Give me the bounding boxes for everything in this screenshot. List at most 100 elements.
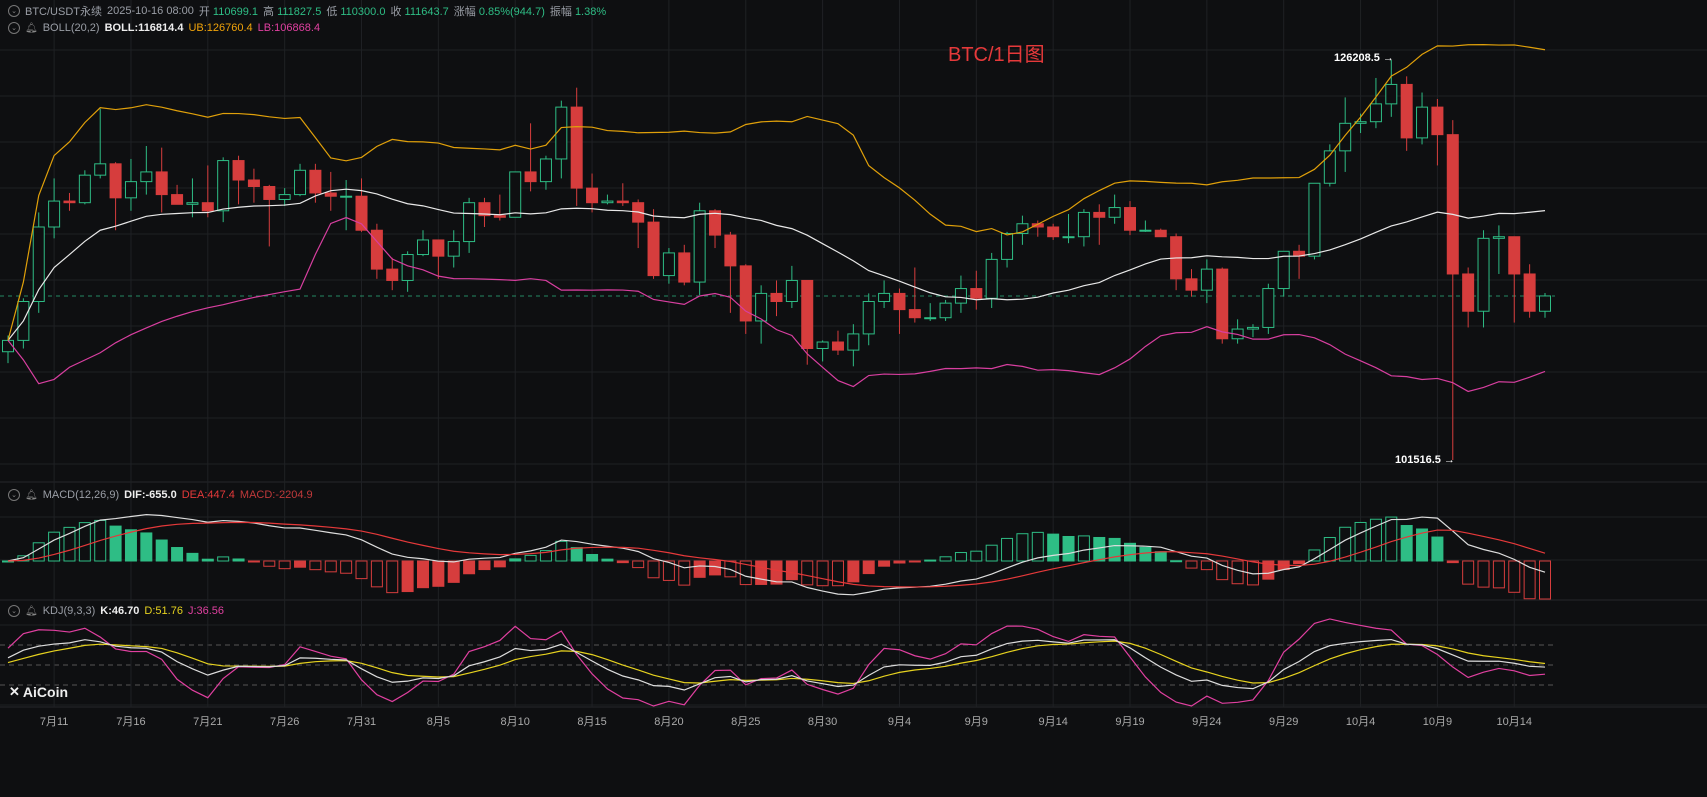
macd-header: ⌄ 🔔︎ MACD(12,26,9) DIF:-655.0 DEA:447.4 …	[8, 488, 313, 502]
boll-lb-value: LB:106868.4	[257, 22, 321, 34]
candle-up	[1001, 232, 1014, 260]
high-value: 111827.5	[277, 6, 322, 18]
candle-down	[1462, 273, 1475, 312]
macd-bar	[447, 560, 460, 583]
candle-down	[355, 195, 368, 231]
macd-bar	[647, 560, 660, 579]
kdj-name[interactable]: KDJ(9,3,3)	[43, 605, 96, 617]
macd-bar	[893, 560, 906, 564]
candle-down	[586, 187, 599, 204]
candle-up	[1246, 326, 1259, 330]
macd-bar	[847, 560, 860, 583]
candle-up	[278, 194, 291, 200]
macd-bar	[1446, 560, 1459, 564]
candle-up	[294, 169, 307, 196]
macd-bar	[48, 531, 61, 562]
macd-bar	[509, 558, 522, 562]
macd-bar	[924, 559, 937, 562]
collapse-chevron-icon[interactable]: ⌄	[8, 22, 20, 34]
collapse-chevron-icon[interactable]: ⌄	[8, 489, 20, 501]
x-tick-label: 7月31	[346, 716, 377, 728]
candle-up	[140, 171, 153, 183]
candle-down	[908, 309, 921, 319]
candle-up	[662, 252, 675, 277]
candle-down	[724, 234, 737, 267]
candle-up	[447, 241, 460, 257]
macd-bar	[755, 560, 768, 585]
macd-bar	[232, 558, 245, 562]
datetime-label: 2025-10-16 08:00	[107, 5, 194, 17]
macd-bar	[1462, 560, 1475, 585]
macd-bar	[693, 560, 706, 578]
candle-down	[263, 185, 276, 200]
kdj-k-value: K:46.70	[100, 605, 140, 617]
x-tick-label: 9月24	[1192, 716, 1222, 728]
candle-up	[48, 200, 61, 228]
macd-bar	[355, 560, 368, 580]
alert-bell-icon[interactable]: 🔔︎	[25, 23, 38, 34]
candle-up	[94, 163, 107, 176]
alert-bell-icon[interactable]: 🔔︎	[25, 490, 38, 501]
kdj-j-line	[7, 618, 1546, 707]
x-tick-label: 8月30	[807, 716, 838, 728]
macd-bar	[1385, 516, 1398, 562]
candle-down	[309, 169, 322, 194]
low-value: 110300.0	[340, 6, 386, 18]
macd-bar	[463, 560, 476, 575]
kdj-d-line	[7, 640, 1546, 685]
x-tick-label: 7月16	[116, 716, 146, 728]
candle-down	[1446, 134, 1459, 275]
boll-ub-value: UB:126760.4	[188, 22, 253, 34]
macd-dif-value: DIF:-655.0	[124, 489, 177, 501]
candle-down	[432, 239, 445, 257]
macd-bar	[878, 560, 891, 567]
candle-up	[1385, 83, 1398, 105]
amp-label: 振幅	[549, 6, 572, 18]
candle-down	[247, 179, 260, 187]
macd-bar	[1170, 560, 1183, 563]
macd-bar	[1539, 560, 1551, 600]
candle-down	[171, 194, 184, 205]
candle-up	[555, 106, 568, 160]
high-label: 高	[263, 6, 274, 18]
macd-bar	[278, 560, 291, 570]
macd-name[interactable]: MACD(12,26,9)	[43, 489, 119, 501]
macd-bar	[1139, 546, 1152, 562]
candle-up	[1308, 182, 1321, 257]
candle-down	[678, 252, 691, 283]
macd-bar	[570, 547, 583, 562]
chart-title: BTC/1日图	[948, 44, 1045, 66]
macd-bar	[1508, 560, 1521, 593]
boll-name[interactable]: BOLL(20,2)	[43, 22, 100, 34]
candle-up	[124, 181, 137, 199]
collapse-chevron-icon[interactable]: ⌄	[8, 605, 20, 617]
x-tick-label: 9月29	[1269, 716, 1299, 728]
macd-bar	[493, 560, 506, 568]
candlestick-chart[interactable]	[0, 0, 1707, 797]
candle-down	[770, 292, 783, 303]
macd-bar	[985, 544, 998, 562]
macd-bar	[432, 560, 445, 587]
ohlc-header: ⌄ BTC/USDT永续 2025-10-16 08:00 开 110699.1…	[8, 4, 606, 18]
candle-up	[1139, 229, 1152, 232]
macd-bar	[294, 560, 307, 568]
macd-bar	[109, 525, 122, 562]
collapse-chevron-icon[interactable]: ⌄	[8, 5, 20, 17]
macd-bar	[616, 560, 629, 564]
macd-bar	[124, 529, 137, 562]
boll-header: ⌄ 🔔︎ BOLL(20,2) BOLL:116814.4 UB:126760.…	[8, 21, 320, 35]
macd-bar	[1093, 536, 1106, 562]
candle-up	[1539, 295, 1551, 312]
macd-bar	[155, 539, 168, 562]
candle-down	[709, 210, 722, 236]
x-tick-label: 10月14	[1496, 716, 1532, 728]
x-tick-label: 7月11	[39, 716, 69, 728]
candle-down	[524, 171, 537, 183]
candle-down	[1047, 226, 1060, 238]
candle-down	[831, 341, 844, 351]
macd-bar	[140, 532, 153, 562]
macd-bar	[586, 553, 599, 562]
candle-up	[217, 160, 230, 212]
macd-bar	[201, 558, 214, 562]
alert-bell-icon[interactable]: 🔔︎	[25, 606, 38, 617]
